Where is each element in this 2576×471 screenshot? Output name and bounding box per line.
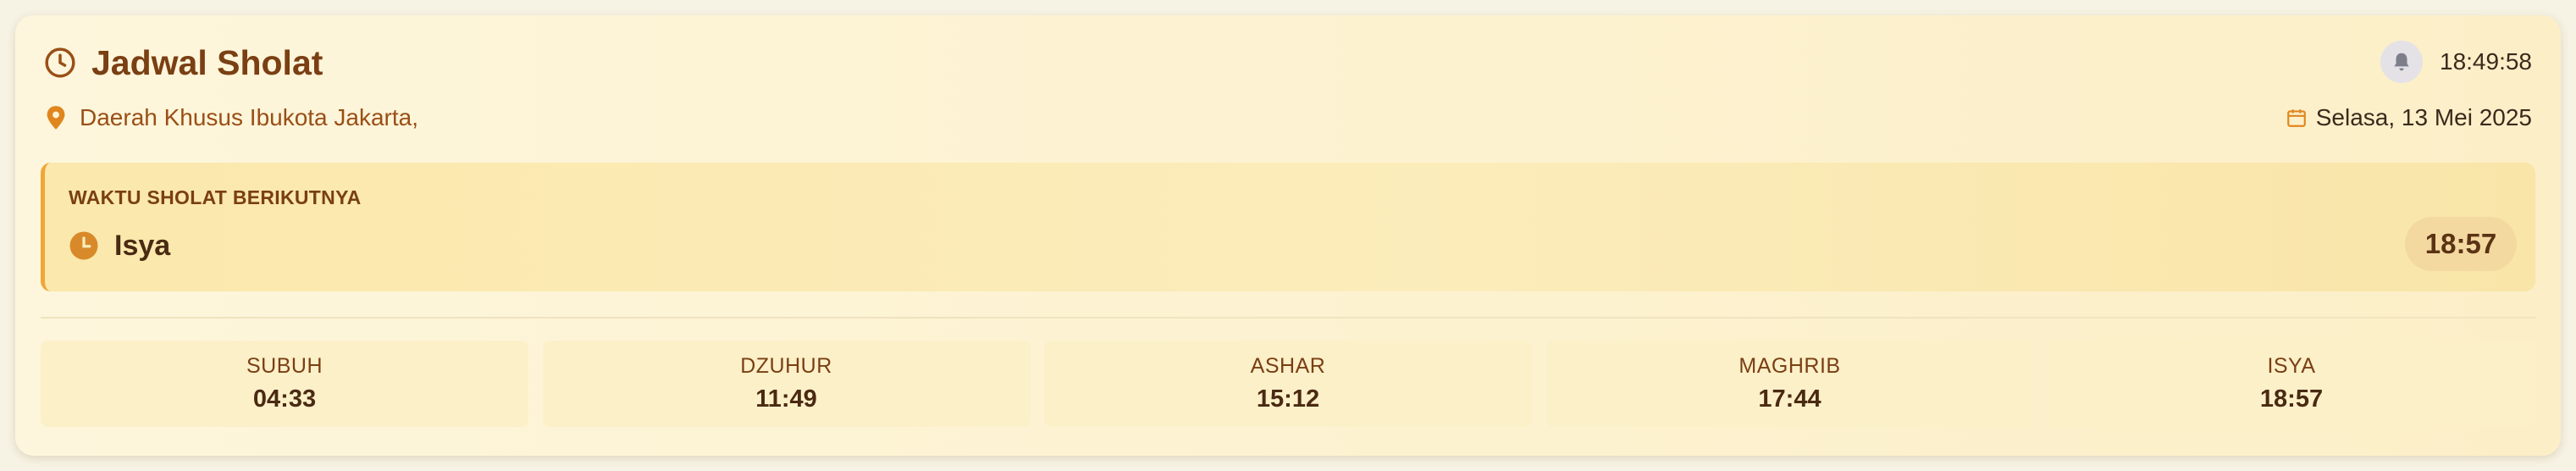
prayer-time-dzuhur: DZUHUR 11:49	[542, 341, 1031, 427]
prayer-name: ASHAR	[1250, 354, 1326, 378]
card-header: Jadwal Sholat	[44, 42, 323, 82]
clock-icon	[44, 47, 76, 79]
bell-icon	[2391, 51, 2413, 73]
current-time: 18:49:58	[2440, 48, 2532, 75]
prayer-time-subuh: SUBUH 04:33	[41, 341, 528, 427]
divider	[41, 317, 2535, 319]
next-prayer-name-group: Isya	[69, 229, 170, 263]
date-text: Selasa, 13 Mei 2025	[2315, 104, 2532, 130]
location: Daerah Khusus Ibukota Jakarta,	[44, 103, 418, 132]
prayer-time: 04:33	[252, 385, 317, 413]
prayer-time: 17:44	[1758, 385, 1821, 413]
next-prayer-time-badge: 18:57	[2405, 217, 2517, 271]
prayer-time: 11:49	[755, 385, 817, 413]
prayer-time-isya: ISYA 18:57	[2048, 341, 2535, 427]
prayer-name: DZUHUR	[740, 354, 832, 378]
prayer-time: 18:57	[2259, 385, 2324, 413]
calendar-icon	[2286, 107, 2308, 129]
clock-filled-icon	[69, 230, 99, 261]
prayer-name: SUBUH	[246, 354, 323, 378]
prayer-schedule-card: Jadwal Sholat Daerah Khusus Ibukota Jaka…	[15, 15, 2561, 456]
prayer-times-list: SUBUH 04:33 DZUHUR 11:49 ASHAR 15:12 MAG…	[41, 341, 2535, 427]
location-text: Daerah Khusus Ibukota Jakarta,	[80, 104, 419, 130]
prayer-name: MAGHRIB	[1739, 354, 1841, 378]
page-title: Jadwal Sholat	[91, 42, 323, 82]
next-prayer-label: WAKTU SHOLAT BERIKUTNYA	[69, 186, 362, 208]
date: Selasa, 13 Mei 2025	[2286, 103, 2532, 132]
prayer-time: 15:12	[1256, 385, 1320, 413]
prayer-time-maghrib: MAGHRIB 17:44	[1545, 341, 2034, 427]
next-prayer-panel: WAKTU SHOLAT BERIKUTNYA Isya 18:57	[41, 163, 2535, 291]
prayer-time-ashar: ASHAR 15:12	[1044, 341, 1532, 427]
current-time-group: 18:49:58	[2380, 41, 2532, 83]
notification-button[interactable]	[2380, 41, 2423, 83]
map-pin-icon	[44, 105, 68, 130]
next-prayer-name: Isya	[114, 229, 171, 262]
prayer-name: ISYA	[2267, 354, 2316, 378]
